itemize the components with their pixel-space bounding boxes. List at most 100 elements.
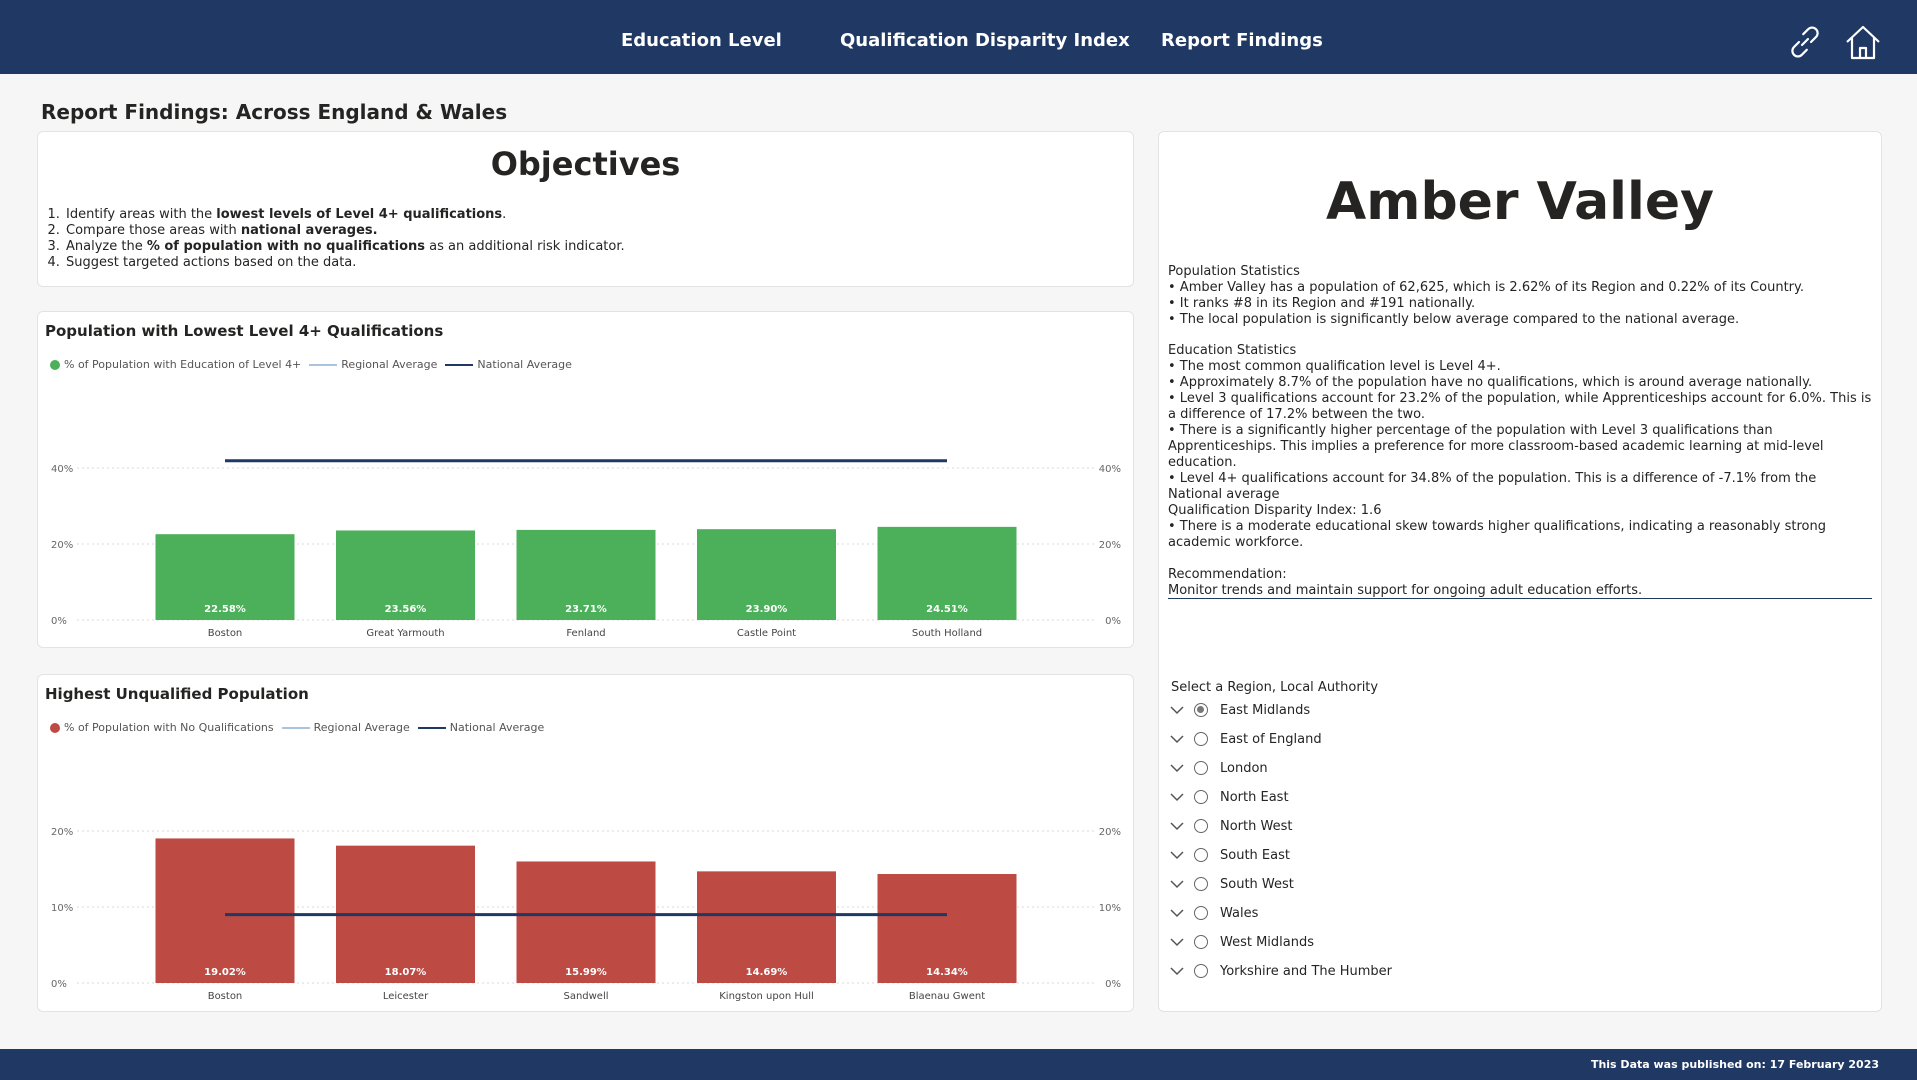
objective-item: Suggest targeted actions based on the da… [64, 255, 625, 271]
nav-qualification-disparity-index[interactable]: Qualification Disparity Index [840, 30, 1130, 51]
stat-line: • Level 4+ qualifications account for 34… [1168, 471, 1817, 502]
stat-line: • There is a significantly higher percen… [1168, 423, 1824, 470]
region-label: South East [1220, 847, 1290, 863]
legend-entry: Regional Average [341, 358, 438, 371]
legend-entry: % of Population with No Qualifications [64, 721, 274, 734]
x-category-label: Leicester [383, 991, 429, 1002]
nav-education-level[interactable]: Education Level [621, 30, 782, 51]
region-option[interactable]: East Midlands [1168, 698, 1310, 722]
stat-line: • Level 3 qualifications account for 23.… [1168, 391, 1872, 422]
chevron-down-icon[interactable] [1168, 701, 1186, 719]
region-option[interactable]: North East [1168, 785, 1289, 809]
x-category-label: Kingston upon Hull [719, 991, 814, 1002]
recommendation-block: Recommendation: Monitor trends and maint… [1168, 567, 1872, 599]
legend-dot-red [50, 722, 60, 733]
radio-button[interactable] [1194, 790, 1208, 804]
chevron-down-icon[interactable] [1168, 904, 1186, 922]
bar-value-label: 14.69% [746, 967, 788, 978]
radio-button[interactable] [1194, 935, 1208, 949]
chevron-down-icon[interactable] [1168, 962, 1186, 980]
y-tick-label-right: 0% [1105, 616, 1121, 627]
bar-value-label: 23.56% [385, 604, 427, 615]
chart-legend: % of Population with Education of Level … [50, 358, 574, 371]
chart-title: Population with Lowest Level 4+ Qualific… [45, 322, 444, 340]
section-heading: Population Statistics [1168, 264, 1300, 279]
section-heading: Recommendation: [1168, 567, 1287, 582]
bar-value-label: 22.58% [204, 604, 246, 615]
chart-title: Highest Unqualified Population [45, 685, 309, 703]
radio-button[interactable] [1194, 848, 1208, 862]
disparity-index-block: Qualification Disparity Index: 1.6 • The… [1168, 503, 1872, 551]
region-option[interactable]: South East [1168, 843, 1290, 867]
objectives-title: Objectives [490, 145, 681, 183]
page-title: Report Findings: Across England & Wales [41, 100, 508, 124]
x-category-label: Blaenau Gwent [909, 991, 985, 1002]
region-option[interactable]: East of England [1168, 727, 1322, 751]
chevron-down-icon[interactable] [1168, 817, 1186, 835]
region-option[interactable]: North West [1168, 814, 1292, 838]
radio-button[interactable] [1194, 761, 1208, 775]
objective-text: Compare those areas with [66, 223, 241, 238]
radio-button[interactable] [1194, 877, 1208, 891]
nav-report-findings[interactable]: Report Findings [1161, 30, 1323, 51]
objective-emphasis: % of population with no qualifications [146, 239, 426, 254]
stat-line: • There is a moderate educational skew t… [1168, 519, 1826, 550]
y-tick-label-right: 20% [1099, 827, 1121, 838]
region-label: North West [1220, 818, 1293, 834]
link-icon[interactable] [1785, 22, 1825, 62]
lowest-level4-chart: 0% 0% 20% 20% 40% 40% 22.58% Boston 23.56% Great … [51, 459, 1121, 639]
y-tick-label: 20% [51, 827, 73, 838]
y-tick-label-right: 10% [1099, 903, 1121, 914]
top-nav-bar: Education Level Qualification Disparity … [0, 0, 1917, 74]
objective-text: as an additional risk indicator. [425, 239, 625, 254]
radio-button[interactable] [1194, 906, 1208, 920]
published-date: This Data was published on: 17 February … [1590, 1058, 1879, 1071]
chevron-down-icon[interactable] [1168, 788, 1186, 806]
region-option[interactable]: Yorkshire and The Humber [1168, 959, 1392, 983]
objective-item: Compare those areas with national averag… [64, 223, 625, 239]
x-category-label: Fenland [566, 628, 605, 639]
recommendation-underline [1168, 598, 1872, 599]
legend-line-national [417, 726, 446, 729]
region-label: West Midlands [1220, 934, 1315, 950]
objective-item: Identify areas with the lowest levels of… [64, 207, 625, 223]
region-label: East of England [1220, 731, 1322, 747]
x-category-label: Castle Point [737, 628, 796, 639]
legend-dot-green [50, 359, 60, 370]
legend-entry: National Average [449, 721, 545, 734]
bar-value-label: 14.34% [926, 967, 968, 978]
y-tick-label: 10% [51, 903, 73, 914]
bar-value-label: 15.99% [565, 967, 607, 978]
chevron-down-icon[interactable] [1168, 933, 1186, 951]
chevron-down-icon[interactable] [1168, 759, 1186, 777]
objective-text: Identify areas with the [66, 207, 217, 222]
region-label: Wales [1220, 905, 1259, 921]
radio-button[interactable] [1194, 964, 1208, 978]
legend-entry: % of Population with Education of Level … [64, 358, 302, 371]
region-option[interactable]: London [1168, 756, 1268, 780]
radio-button[interactable] [1194, 732, 1208, 746]
authority-title: Amber Valley [1326, 172, 1714, 232]
region-label: Yorkshire and The Humber [1220, 963, 1393, 979]
region-option[interactable]: South West [1168, 872, 1294, 896]
stat-line: • Amber Valley has a population of 62,62… [1168, 280, 1804, 295]
x-category-label: Great Yarmouth [366, 628, 444, 639]
home-icon[interactable] [1843, 22, 1883, 62]
objective-text: Analyze the [66, 239, 147, 254]
unqualified-chart: 0% 0% 10% 10% 20% 20% 19.02% Boston 18.07% Leices… [51, 827, 1121, 1002]
y-tick-label-right: 0% [1105, 979, 1121, 990]
radio-button[interactable] [1194, 703, 1208, 717]
x-category-label: Boston [208, 628, 243, 639]
region-slicer-title: Select a Region, Local Authority [1171, 680, 1379, 695]
region-option[interactable]: Wales [1168, 901, 1258, 925]
radio-button[interactable] [1194, 819, 1208, 833]
region-option[interactable]: West Midlands [1168, 930, 1314, 954]
bar [155, 838, 295, 983]
stat-line: • It ranks #8 in its Region and #191 nat… [1168, 296, 1476, 311]
chevron-down-icon[interactable] [1168, 875, 1186, 893]
chevron-down-icon[interactable] [1168, 730, 1186, 748]
bar-value-label: 23.90% [746, 604, 788, 615]
region-label: London [1220, 760, 1268, 776]
objective-text: . [502, 207, 507, 222]
chevron-down-icon[interactable] [1168, 846, 1186, 864]
